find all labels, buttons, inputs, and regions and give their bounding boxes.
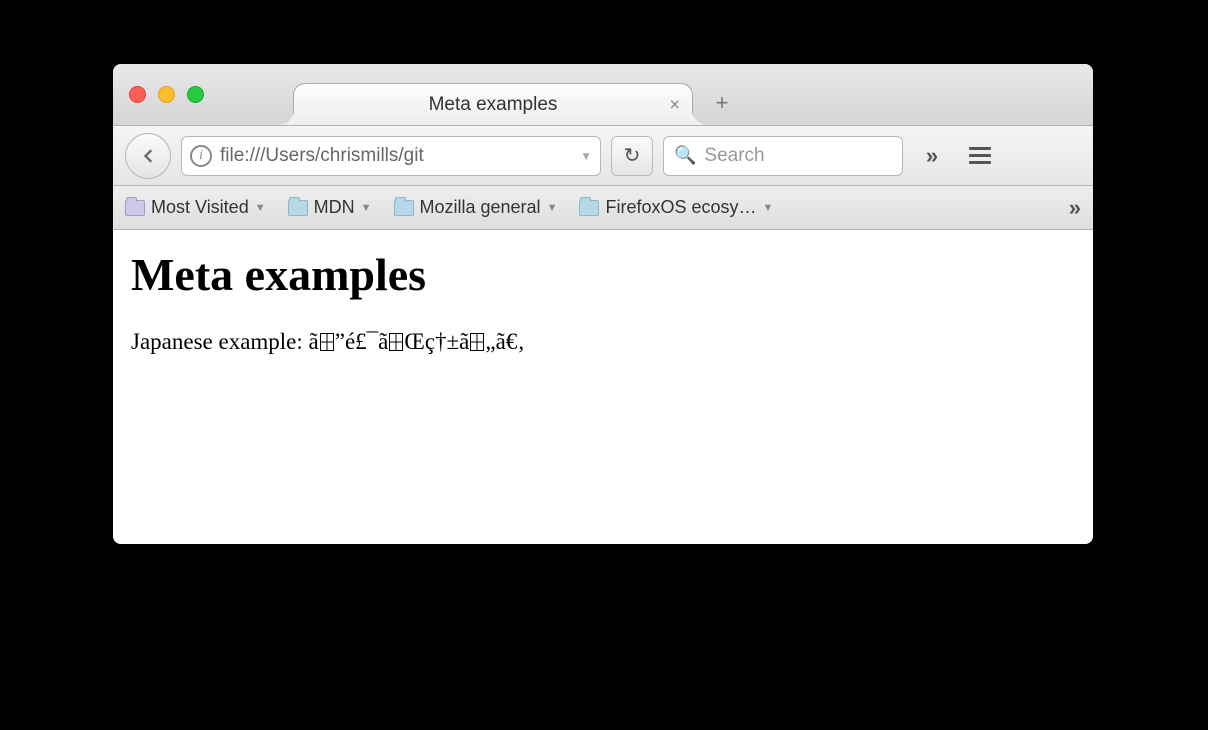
browser-window: Meta examples × + i file:///Users/chrism…: [113, 64, 1093, 544]
folder-icon: [125, 200, 145, 216]
close-window-button[interactable]: [129, 86, 146, 103]
bookmark-label: MDN: [314, 197, 355, 218]
bookmarks-overflow-button[interactable]: »: [1069, 195, 1081, 221]
close-tab-icon[interactable]: ×: [669, 94, 680, 115]
page-content: Meta examples Japanese example: ã”é£¯ãŒç…: [113, 230, 1093, 544]
new-tab-button[interactable]: +: [708, 89, 736, 117]
bookmarks-toolbar: Most Visited ▼ MDN ▼ Mozilla general ▼ F…: [113, 186, 1093, 230]
page-heading: Meta examples: [131, 248, 1075, 301]
folder-icon: [579, 200, 599, 216]
back-arrow-icon: [138, 146, 158, 166]
title-bar: Meta examples × +: [113, 64, 1093, 126]
navigation-toolbar: i file:///Users/chrismills/git ▼ ↻ 🔍 Sea…: [113, 126, 1093, 186]
bookmark-mozilla-general[interactable]: Mozilla general ▼: [394, 197, 558, 218]
chevron-down-icon: ▼: [547, 202, 558, 214]
paragraph-prefix: Japanese example:: [131, 329, 309, 354]
reload-button[interactable]: ↻: [611, 136, 653, 176]
browser-tab[interactable]: Meta examples ×: [293, 83, 693, 125]
site-info-icon[interactable]: i: [190, 145, 212, 167]
search-bar[interactable]: 🔍 Search: [663, 136, 903, 176]
replacement-char-icon: [320, 333, 334, 351]
toolbar-overflow-button[interactable]: »: [913, 137, 951, 175]
chevron-double-right-icon: »: [1069, 195, 1081, 220]
tab-title: Meta examples: [324, 94, 662, 116]
window-controls: [129, 86, 204, 103]
bookmark-mdn[interactable]: MDN ▼: [288, 197, 372, 218]
bookmark-most-visited[interactable]: Most Visited ▼: [125, 197, 266, 218]
bookmark-label: Mozilla general: [420, 197, 541, 218]
url-text: file:///Users/chrismills/git: [220, 145, 572, 167]
hamburger-icon: [969, 147, 991, 164]
bookmark-firefoxos-ecosystem[interactable]: FirefoxOS ecosy… ▼: [579, 197, 773, 218]
garbled-text: ã”é£¯ãŒç†±ã„ã€‚: [309, 329, 525, 354]
address-bar[interactable]: i file:///Users/chrismills/git ▼: [181, 136, 601, 176]
folder-icon: [394, 200, 414, 216]
replacement-char-icon: [389, 333, 403, 351]
reload-icon: ↻: [624, 143, 641, 168]
maximize-window-button[interactable]: [187, 86, 204, 103]
search-placeholder: Search: [704, 145, 764, 167]
chevron-down-icon: ▼: [763, 202, 774, 214]
minimize-window-button[interactable]: [158, 86, 175, 103]
url-dropdown-icon[interactable]: ▼: [580, 149, 592, 163]
chevron-down-icon: ▼: [361, 202, 372, 214]
chevron-double-right-icon: »: [926, 143, 938, 169]
back-button[interactable]: [125, 133, 171, 179]
replacement-char-icon: [470, 333, 484, 351]
hamburger-menu-button[interactable]: [961, 137, 999, 175]
search-icon: 🔍: [674, 145, 696, 166]
page-paragraph: Japanese example: ã”é£¯ãŒç†±ã„ã€‚: [131, 329, 1075, 355]
chevron-down-icon: ▼: [255, 202, 266, 214]
bookmark-label: FirefoxOS ecosy…: [605, 197, 756, 218]
folder-icon: [288, 200, 308, 216]
bookmark-label: Most Visited: [151, 197, 249, 218]
